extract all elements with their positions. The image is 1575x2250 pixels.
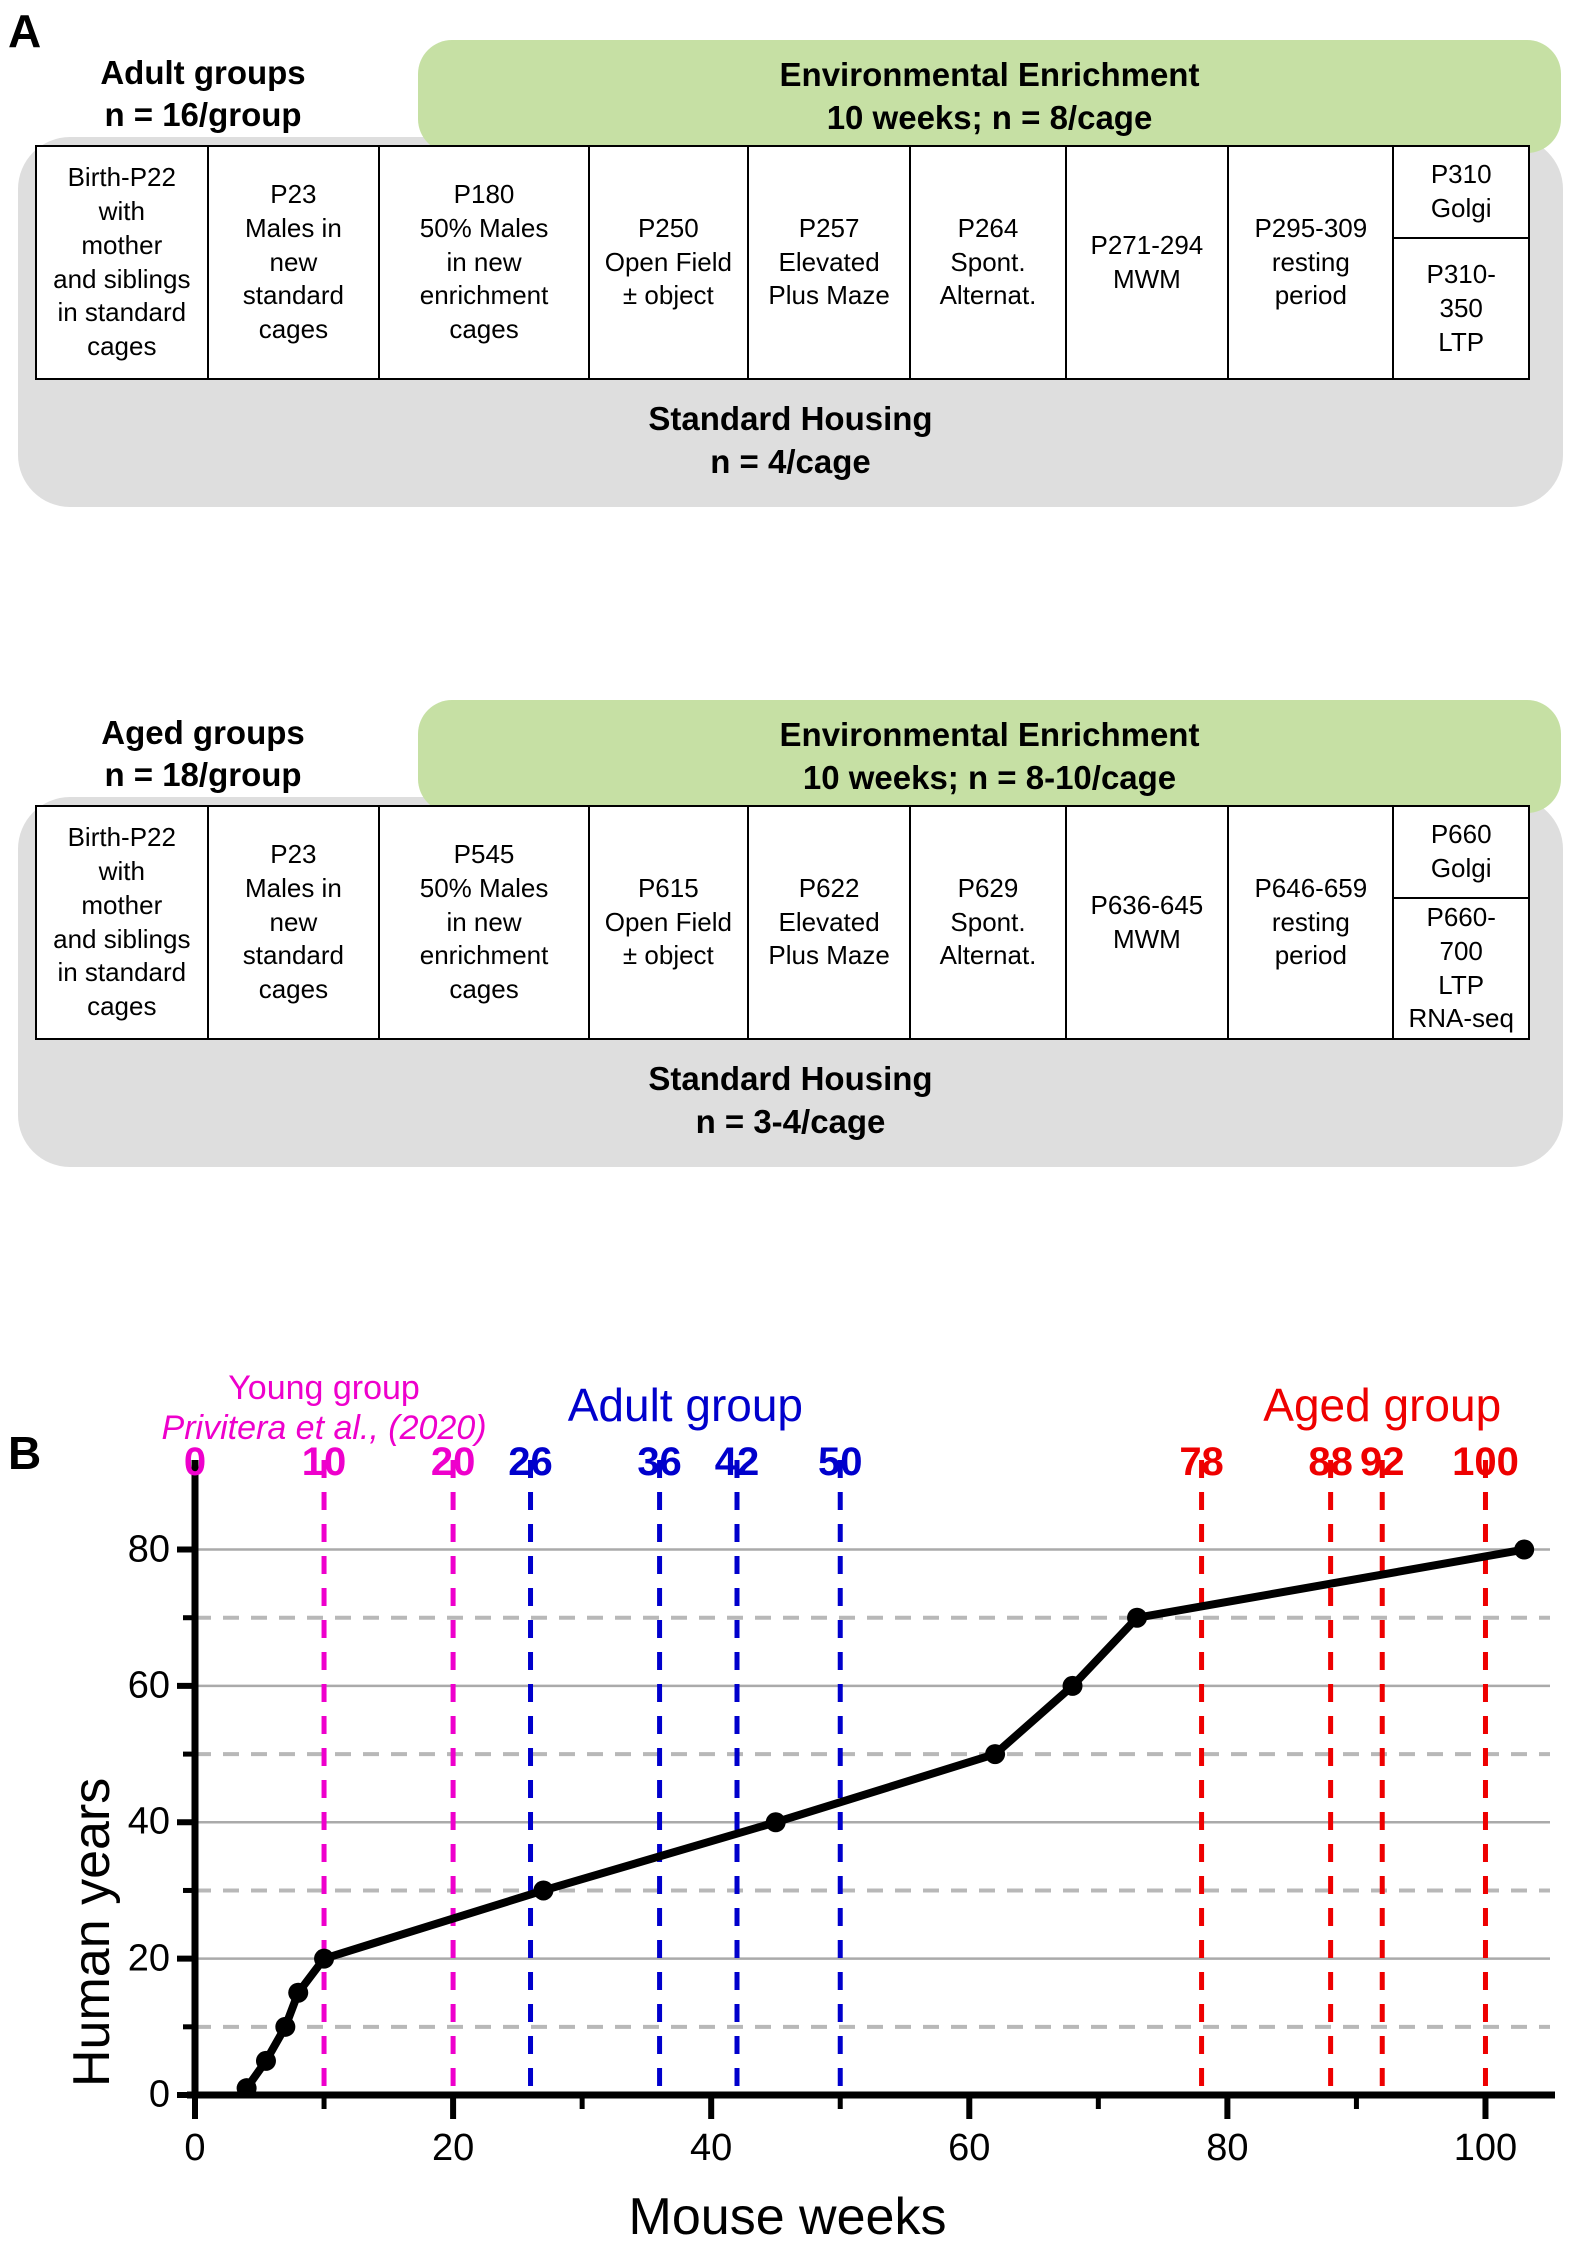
timeline-cell: P545 50% Males in new enrichment cages bbox=[380, 807, 590, 1038]
standard-housing-line1: Standard Housing bbox=[648, 400, 933, 437]
timeline-cell-golgi: P660 Golgi bbox=[1394, 807, 1528, 900]
timeline-cell: P615 Open Field ± object bbox=[590, 807, 749, 1038]
timeline-cell: P646-659 resting period bbox=[1229, 807, 1395, 1038]
timeline-cell-text: P250 Open Field ± object bbox=[604, 212, 732, 311]
data-point bbox=[1514, 1539, 1535, 1560]
x-axis-tick-label: 60 bbox=[948, 2127, 991, 2169]
y-axis-tick-label: 60 bbox=[127, 1664, 170, 1707]
timeline-cell-text: P23 Males in new standard cages bbox=[242, 179, 344, 345]
mouse-age-chart: 0 20 40 60 80 0 20 40 60 80 100 Human years Mouse we… bbox=[0, 1350, 1575, 2250]
timeline-cell-text: Birth-P22 with mother and siblings in standa… bbox=[53, 822, 191, 1022]
panel-a-letter: A bbox=[8, 5, 42, 57]
data-point bbox=[1062, 1675, 1083, 1696]
data-point bbox=[1127, 1607, 1148, 1628]
x-axis-tick-label: 20 bbox=[431, 2127, 475, 2169]
timeline-cell: P180 50% Males in new enrichment cages bbox=[380, 147, 590, 378]
enrichment-title: Environmental Enrichment 10 weeks; n = 8/… bbox=[418, 54, 1561, 140]
timeline-cell: P629 Spont. Alternat. bbox=[911, 807, 1067, 1038]
x-axis-tick-label: 80 bbox=[1206, 2127, 1249, 2169]
group-heading: Aged group bbox=[1263, 1378, 1501, 1432]
group-marker-label: 42 bbox=[714, 1440, 760, 1484]
enrichment-title: Environmental Enrichment 10 weeks; n = 8-… bbox=[418, 714, 1561, 800]
timeline-cell-text: P257 Elevated Plus Maze bbox=[768, 212, 890, 311]
timeline-cell: Birth-P22 with mother and siblings in standa… bbox=[37, 147, 209, 378]
group-title-line2: n = 16/group bbox=[104, 96, 302, 134]
timeline-cell: P23 Males in new standard cages bbox=[209, 807, 381, 1038]
timeline-cell: P271-294 MWM bbox=[1067, 147, 1230, 378]
group-heading-citation: Privitera et al., (2020) bbox=[161, 1409, 487, 1448]
timeline-cell: P636-645 MWM bbox=[1067, 807, 1230, 1038]
timeline-cell-text: P295-309 resting period bbox=[1254, 212, 1368, 311]
group-title-line1: Adult groups bbox=[100, 54, 306, 91]
timeline-cell-ltp: P660- 700 LTP RNA-seq bbox=[1408, 902, 1514, 1034]
timeline-cell: Birth-P22 with mother and siblings in standa… bbox=[37, 807, 209, 1038]
group-marker-label: 92 bbox=[1359, 1440, 1405, 1484]
data-point bbox=[985, 1744, 1006, 1765]
group-title-line2: n = 18/group bbox=[104, 756, 302, 794]
timeline-cell: P257 Elevated Plus Maze bbox=[749, 147, 912, 378]
x-axis-tick-label: 40 bbox=[690, 2127, 733, 2169]
data-point bbox=[533, 1880, 554, 1901]
data-point bbox=[765, 1812, 786, 1833]
enrichment-title-line1: Environmental Enrichment bbox=[779, 56, 1200, 93]
timeline-cell-golgi: P310 Golgi bbox=[1394, 147, 1528, 240]
group-heading: Adult group bbox=[568, 1378, 803, 1432]
timeline-cell-endpoint: P310 Golgi P310- 350 LTP bbox=[1394, 147, 1528, 378]
group-title: Adult groups n = 16/group bbox=[38, 52, 368, 136]
standard-housing-title: Standard Housing n = 4/cage bbox=[18, 398, 1563, 484]
standard-housing-title: Standard Housing n = 3-4/cage bbox=[18, 1058, 1563, 1144]
data-point bbox=[236, 2078, 257, 2099]
x-axis-title: Mouse weeks bbox=[628, 2188, 947, 2246]
enrichment-title-line1: Environmental Enrichment bbox=[779, 716, 1200, 753]
timeline-cell-text: P264 Spont. Alternat. bbox=[939, 212, 1037, 311]
group-heading-line1: Aged group bbox=[1263, 1379, 1502, 1431]
timeline-cell-text: P180 50% Males in new enrichment cages bbox=[419, 179, 549, 345]
group-marker-label: 36 bbox=[637, 1440, 682, 1484]
enrichment-title-line2: 10 weeks; n = 8/cage bbox=[826, 98, 1153, 136]
timeline-cell-text: P622 Elevated Plus Maze bbox=[768, 872, 890, 971]
timeline-cell: P622 Elevated Plus Maze bbox=[749, 807, 912, 1038]
timeline-cell: P23 Males in new standard cages bbox=[209, 147, 381, 378]
timeline-cell-text: P636-645 MWM bbox=[1090, 889, 1204, 954]
timeline-cell-text: P615 Open Field ± object bbox=[604, 872, 732, 971]
x-axis-tick-label: 0 bbox=[184, 2127, 206, 2169]
timeline-cell: P295-309 resting period bbox=[1229, 147, 1395, 378]
group-title: Aged groups n = 18/group bbox=[38, 712, 368, 796]
y-axis-title: Human years bbox=[63, 1777, 121, 2087]
group-heading-line1: Adult group bbox=[567, 1379, 804, 1431]
timeline-table: Birth-P22 with mother and siblings in standa… bbox=[35, 145, 1530, 380]
timeline-cell-ltp: P310- 350 LTP bbox=[1426, 258, 1496, 357]
data-point bbox=[314, 1948, 335, 1969]
group-marker-label: 78 bbox=[1179, 1440, 1224, 1484]
standard-housing-line2: n = 3-4/cage bbox=[695, 1102, 886, 1140]
standard-housing-line2: n = 4/cage bbox=[710, 442, 871, 480]
group-heading-line1: Young group bbox=[228, 1369, 420, 1407]
data-point bbox=[275, 2016, 296, 2037]
data-point bbox=[288, 1982, 309, 2003]
plot-area bbox=[177, 1460, 1555, 2119]
timeline-cell: P264 Spont. Alternat. bbox=[911, 147, 1067, 378]
timeline-cell: P250 Open Field ± object bbox=[590, 147, 749, 378]
group-marker-label: 100 bbox=[1452, 1440, 1519, 1484]
timeline-cell-text: P271-294 MWM bbox=[1090, 229, 1204, 294]
enrichment-title-line2: 10 weeks; n = 8-10/cage bbox=[802, 758, 1177, 796]
timeline-cell-text: P629 Spont. Alternat. bbox=[939, 872, 1037, 971]
group-marker-label: 88 bbox=[1308, 1440, 1353, 1484]
x-axis-tick-label: 100 bbox=[1453, 2127, 1518, 2169]
timeline-cell-endpoint: P660 Golgi P660- 700 LTP RNA-seq bbox=[1394, 807, 1528, 1038]
group-heading: Young group Privitera et al., (2020) bbox=[162, 1368, 487, 1448]
group-marker-label: 26 bbox=[508, 1440, 553, 1484]
timeline-cell-text: P646-659 resting period bbox=[1254, 872, 1368, 971]
standard-housing-line1: Standard Housing bbox=[648, 1060, 933, 1097]
group-marker-label: 50 bbox=[817, 1440, 863, 1484]
data-point bbox=[255, 2050, 276, 2071]
group-title-line1: Aged groups bbox=[101, 714, 305, 751]
timeline-cell-text: P545 50% Males in new enrichment cages bbox=[419, 839, 549, 1005]
timeline-cell-text: P23 Males in new standard cages bbox=[242, 839, 344, 1005]
timeline-table: Birth-P22 with mother and siblings in standa… bbox=[35, 805, 1530, 1040]
timeline-cell-text: Birth-P22 with mother and siblings in standa… bbox=[53, 162, 191, 362]
y-axis-tick-label: 80 bbox=[127, 1528, 170, 1571]
